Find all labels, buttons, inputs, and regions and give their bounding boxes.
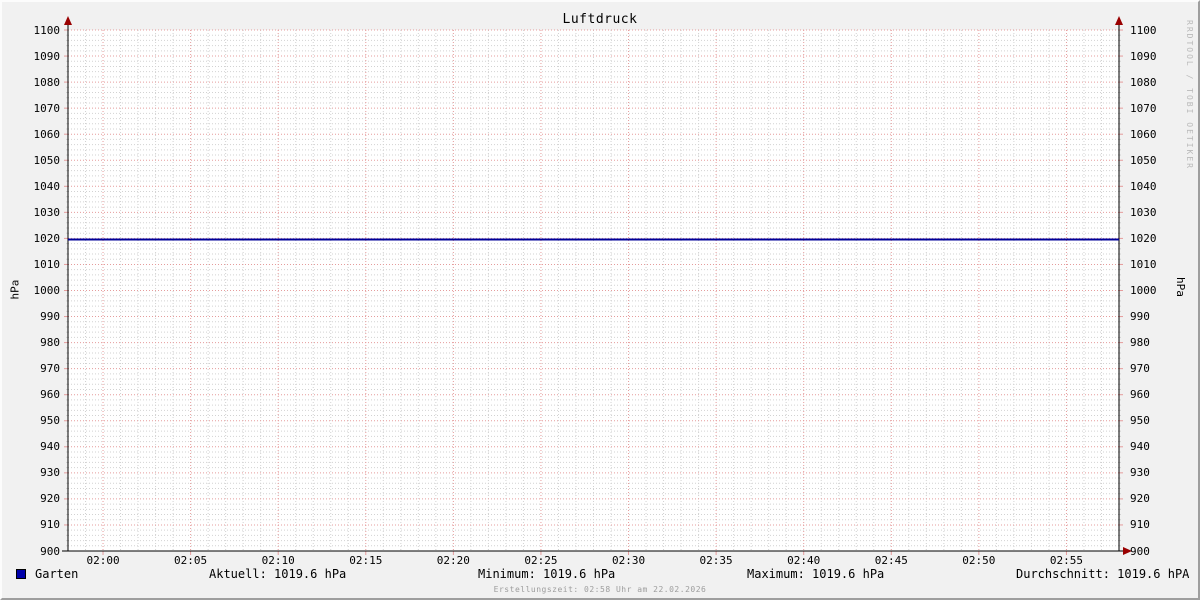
y-tick-label: 940 <box>2 440 60 453</box>
y-tick-label: 900 <box>1130 545 1188 558</box>
x-tick-label: 02:40 <box>779 554 829 567</box>
y-tick-label: 1100 <box>1130 24 1188 37</box>
x-tick-label: 02:55 <box>1041 554 1091 567</box>
y-tick-label: 1090 <box>2 50 60 63</box>
y-tick-label: 1070 <box>2 102 60 115</box>
y-tick-label: 920 <box>2 492 60 505</box>
y-tick-label: 970 <box>2 362 60 375</box>
y-tick-label: 990 <box>2 310 60 323</box>
y-tick-label: 1000 <box>2 284 60 297</box>
y-tick-label: 1070 <box>1130 102 1188 115</box>
y-tick-label: 950 <box>2 414 60 427</box>
y-tick-label: 940 <box>1130 440 1188 453</box>
stat-aktuell: Aktuell: 1019.6 hPa <box>209 567 346 581</box>
y-tick-label: 1100 <box>2 24 60 37</box>
x-tick-label: 02:45 <box>866 554 916 567</box>
y-tick-label: 1050 <box>2 154 60 167</box>
y-tick-label: 930 <box>1130 466 1188 479</box>
x-tick-label: 02:05 <box>166 554 216 567</box>
y-tick-label: 930 <box>2 466 60 479</box>
y-tick-label: 1060 <box>1130 128 1188 141</box>
y-tick-label: 1050 <box>1130 154 1188 167</box>
x-tick-label: 02:00 <box>78 554 128 567</box>
y-tick-label: 1020 <box>2 232 60 245</box>
series-swatch-icon <box>16 569 26 579</box>
series-label: Garten <box>35 567 78 581</box>
y-tick-label: 1020 <box>1130 232 1188 245</box>
rrdtool-graph: Luftdruck RRDTOOL / TOBI OETIKER hPa hPa… <box>0 0 1200 600</box>
creation-timestamp: Erstellungszeit: 02:58 Uhr am 22.02.2026 <box>2 585 1198 594</box>
y-tick-label: 960 <box>1130 388 1188 401</box>
legend-row: Garten Aktuell: 1019.6 hPa Minimum: 1019… <box>2 568 1198 583</box>
y-tick-label: 960 <box>2 388 60 401</box>
y-tick-label: 900 <box>2 545 60 558</box>
y-tick-label: 1080 <box>1130 76 1188 89</box>
stat-durchschnitt: Durchschnitt: 1019.6 hPA <box>1016 567 1189 581</box>
y-tick-label: 1010 <box>2 258 60 271</box>
y-tick-label: 980 <box>1130 336 1188 349</box>
chart-canvas <box>2 2 1200 600</box>
x-tick-label: 02:35 <box>691 554 741 567</box>
y-tick-label: 1060 <box>2 128 60 141</box>
x-tick-label: 02:15 <box>341 554 391 567</box>
y-tick-label: 970 <box>1130 362 1188 375</box>
stat-minimum: Minimum: 1019.6 hPa <box>478 567 615 581</box>
stat-maximum: Maximum: 1019.6 hPa <box>747 567 884 581</box>
y-tick-label: 910 <box>1130 518 1188 531</box>
y-tick-label: 920 <box>1130 492 1188 505</box>
x-tick-label: 02:10 <box>253 554 303 567</box>
y-tick-label: 950 <box>1130 414 1188 427</box>
y-tick-label: 1040 <box>1130 180 1188 193</box>
y-tick-label: 980 <box>2 336 60 349</box>
x-tick-label: 02:25 <box>516 554 566 567</box>
y-tick-label: 1030 <box>1130 206 1188 219</box>
y-tick-label: 990 <box>1130 310 1188 323</box>
y-tick-label: 910 <box>2 518 60 531</box>
y-tick-label: 1030 <box>2 206 60 219</box>
y-tick-label: 1000 <box>1130 284 1188 297</box>
y-tick-label: 1080 <box>2 76 60 89</box>
x-tick-label: 02:50 <box>954 554 1004 567</box>
x-tick-label: 02:30 <box>604 554 654 567</box>
x-tick-label: 02:20 <box>428 554 478 567</box>
y-tick-label: 1010 <box>1130 258 1188 271</box>
y-tick-label: 1090 <box>1130 50 1188 63</box>
y-tick-label: 1040 <box>2 180 60 193</box>
